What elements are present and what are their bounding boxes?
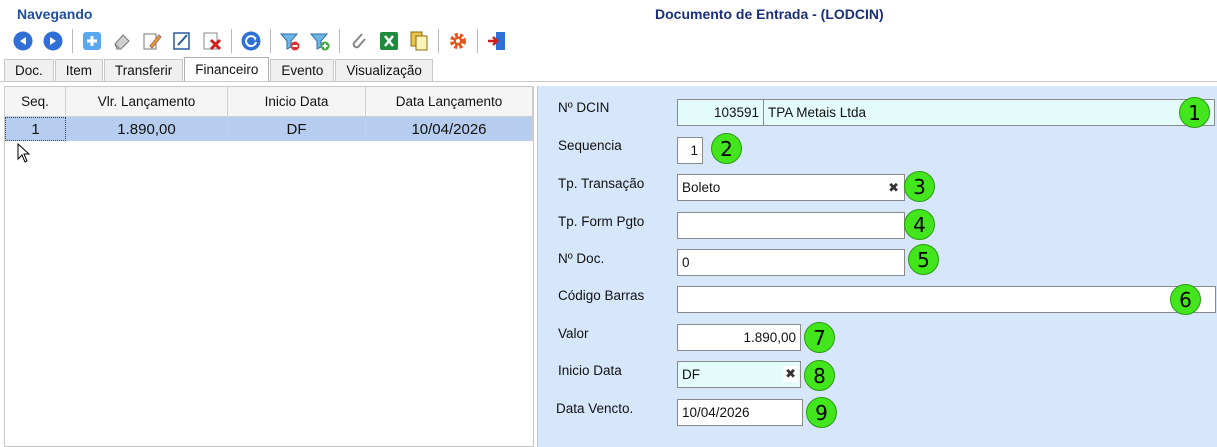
- toolbar-separator: [477, 29, 478, 53]
- n-doc-label: Nº Doc.: [558, 251, 605, 266]
- tab-doc[interactable]: Doc.: [4, 59, 54, 81]
- filter-remove-icon[interactable]: [277, 28, 303, 54]
- tab-divider: [0, 81, 1217, 82]
- n-doc-field[interactable]: 0: [677, 249, 905, 276]
- cell-data-lancamento[interactable]: 10/04/2026: [366, 117, 533, 141]
- eraser-icon[interactable]: [109, 28, 135, 54]
- tab-evento[interactable]: Evento: [270, 59, 335, 81]
- exit-icon[interactable]: [484, 28, 510, 54]
- codigo-barras-label: Código Barras: [558, 288, 645, 303]
- callout-badge-2: 2: [711, 133, 742, 164]
- callout-badge-9: 9: [806, 397, 837, 428]
- add-icon[interactable]: [79, 28, 105, 54]
- tab-visualizacao[interactable]: Visualização: [335, 59, 433, 81]
- tab-transferir[interactable]: Transferir: [104, 59, 184, 81]
- cell-inicio-data[interactable]: DF: [228, 117, 366, 141]
- inicio-data-field[interactable]: DF ✖: [677, 361, 801, 388]
- tab-bar: Doc. Item Transferir Financeiro Evento V…: [4, 57, 434, 81]
- toolbar-separator: [231, 29, 232, 53]
- callout-badge-6: 6: [1170, 284, 1201, 315]
- dcin-number-field[interactable]: 103591: [677, 99, 764, 126]
- inicio-data-value: DF: [682, 367, 700, 382]
- tp-form-pgto-field[interactable]: [677, 212, 905, 239]
- edit-pencil-icon[interactable]: [139, 28, 165, 54]
- arrow-left-icon[interactable]: [10, 28, 36, 54]
- tp-transacao-field[interactable]: Boleto ✖: [677, 174, 905, 201]
- codigo-barras-field[interactable]: [677, 286, 1216, 313]
- column-header-seq[interactable]: Seq.: [5, 87, 66, 116]
- dcin-label: Nº DCIN: [558, 100, 610, 115]
- delete-icon[interactable]: [199, 28, 225, 54]
- toolbar-separator: [270, 29, 271, 53]
- valor-field[interactable]: 1.890,00: [677, 324, 801, 351]
- data-vencto-field[interactable]: 10/04/2026: [677, 399, 803, 426]
- callout-badge-7: 7: [804, 322, 835, 353]
- inicio-data-label: Inicio Data: [558, 363, 622, 378]
- toolbar: [8, 27, 512, 55]
- sequencia-label: Sequencia: [558, 138, 622, 153]
- callout-badge-5: 5: [908, 244, 939, 275]
- status-label: Navegando: [17, 6, 93, 22]
- refresh-icon[interactable]: [238, 28, 264, 54]
- grid-header: Seq. Vlr. Lançamento Inicio Data Data La…: [5, 87, 533, 117]
- sequencia-field[interactable]: 1: [677, 137, 703, 164]
- tp-transacao-value: Boleto: [682, 180, 721, 195]
- dcin-name-field[interactable]: TPA Metais Ltda: [763, 99, 1215, 126]
- callout-badge-4: 4: [904, 209, 935, 240]
- filter-add-icon[interactable]: [307, 28, 333, 54]
- tab-financeiro[interactable]: Financeiro: [184, 57, 270, 81]
- attach-icon[interactable]: [346, 28, 372, 54]
- toolbar-separator: [72, 29, 73, 53]
- column-header-inicio-data[interactable]: Inicio Data: [228, 87, 366, 116]
- tp-transacao-label: Tp. Transação: [558, 176, 645, 191]
- tp-form-pgto-label: Tp. Form Pgto: [558, 214, 645, 229]
- cell-seq[interactable]: 1: [5, 117, 66, 141]
- arrow-right-icon[interactable]: [40, 28, 66, 54]
- clear-icon[interactable]: ✖: [783, 366, 798, 382]
- valor-label: Valor: [558, 326, 589, 341]
- tab-item[interactable]: Item: [54, 59, 104, 81]
- title-bar: Navegando Documento de Entrada - (LODCIN…: [0, 0, 1217, 26]
- callout-badge-1: 1: [1179, 97, 1210, 128]
- toolbar-separator: [339, 29, 340, 53]
- callout-badge-3: 3: [904, 171, 935, 202]
- edit-doc-icon[interactable]: [169, 28, 195, 54]
- column-header-vlr-lancamento[interactable]: Vlr. Lançamento: [66, 87, 228, 116]
- settings-gear-icon[interactable]: [445, 28, 471, 54]
- clear-icon[interactable]: ✖: [888, 180, 899, 196]
- table-row[interactable]: 1 1.890,00 DF 10/04/2026: [5, 117, 533, 141]
- excel-icon[interactable]: [376, 28, 402, 54]
- financeiro-grid: Seq. Vlr. Lançamento Inicio Data Data La…: [4, 86, 534, 447]
- mouse-cursor-icon: [17, 143, 31, 163]
- callout-badge-8: 8: [804, 360, 835, 391]
- window-title: Documento de Entrada - (LODCIN): [655, 6, 884, 22]
- financeiro-form: Nº DCIN 103591 TPA Metais Ltda 1 Sequenc…: [537, 86, 1217, 447]
- data-vencto-label: Data Vencto.: [556, 401, 634, 416]
- copy-doc-icon[interactable]: [406, 28, 432, 54]
- cell-vlr-lancamento[interactable]: 1.890,00: [66, 117, 228, 141]
- column-header-data-lancamento[interactable]: Data Lançamento: [366, 87, 533, 116]
- toolbar-separator: [438, 29, 439, 53]
